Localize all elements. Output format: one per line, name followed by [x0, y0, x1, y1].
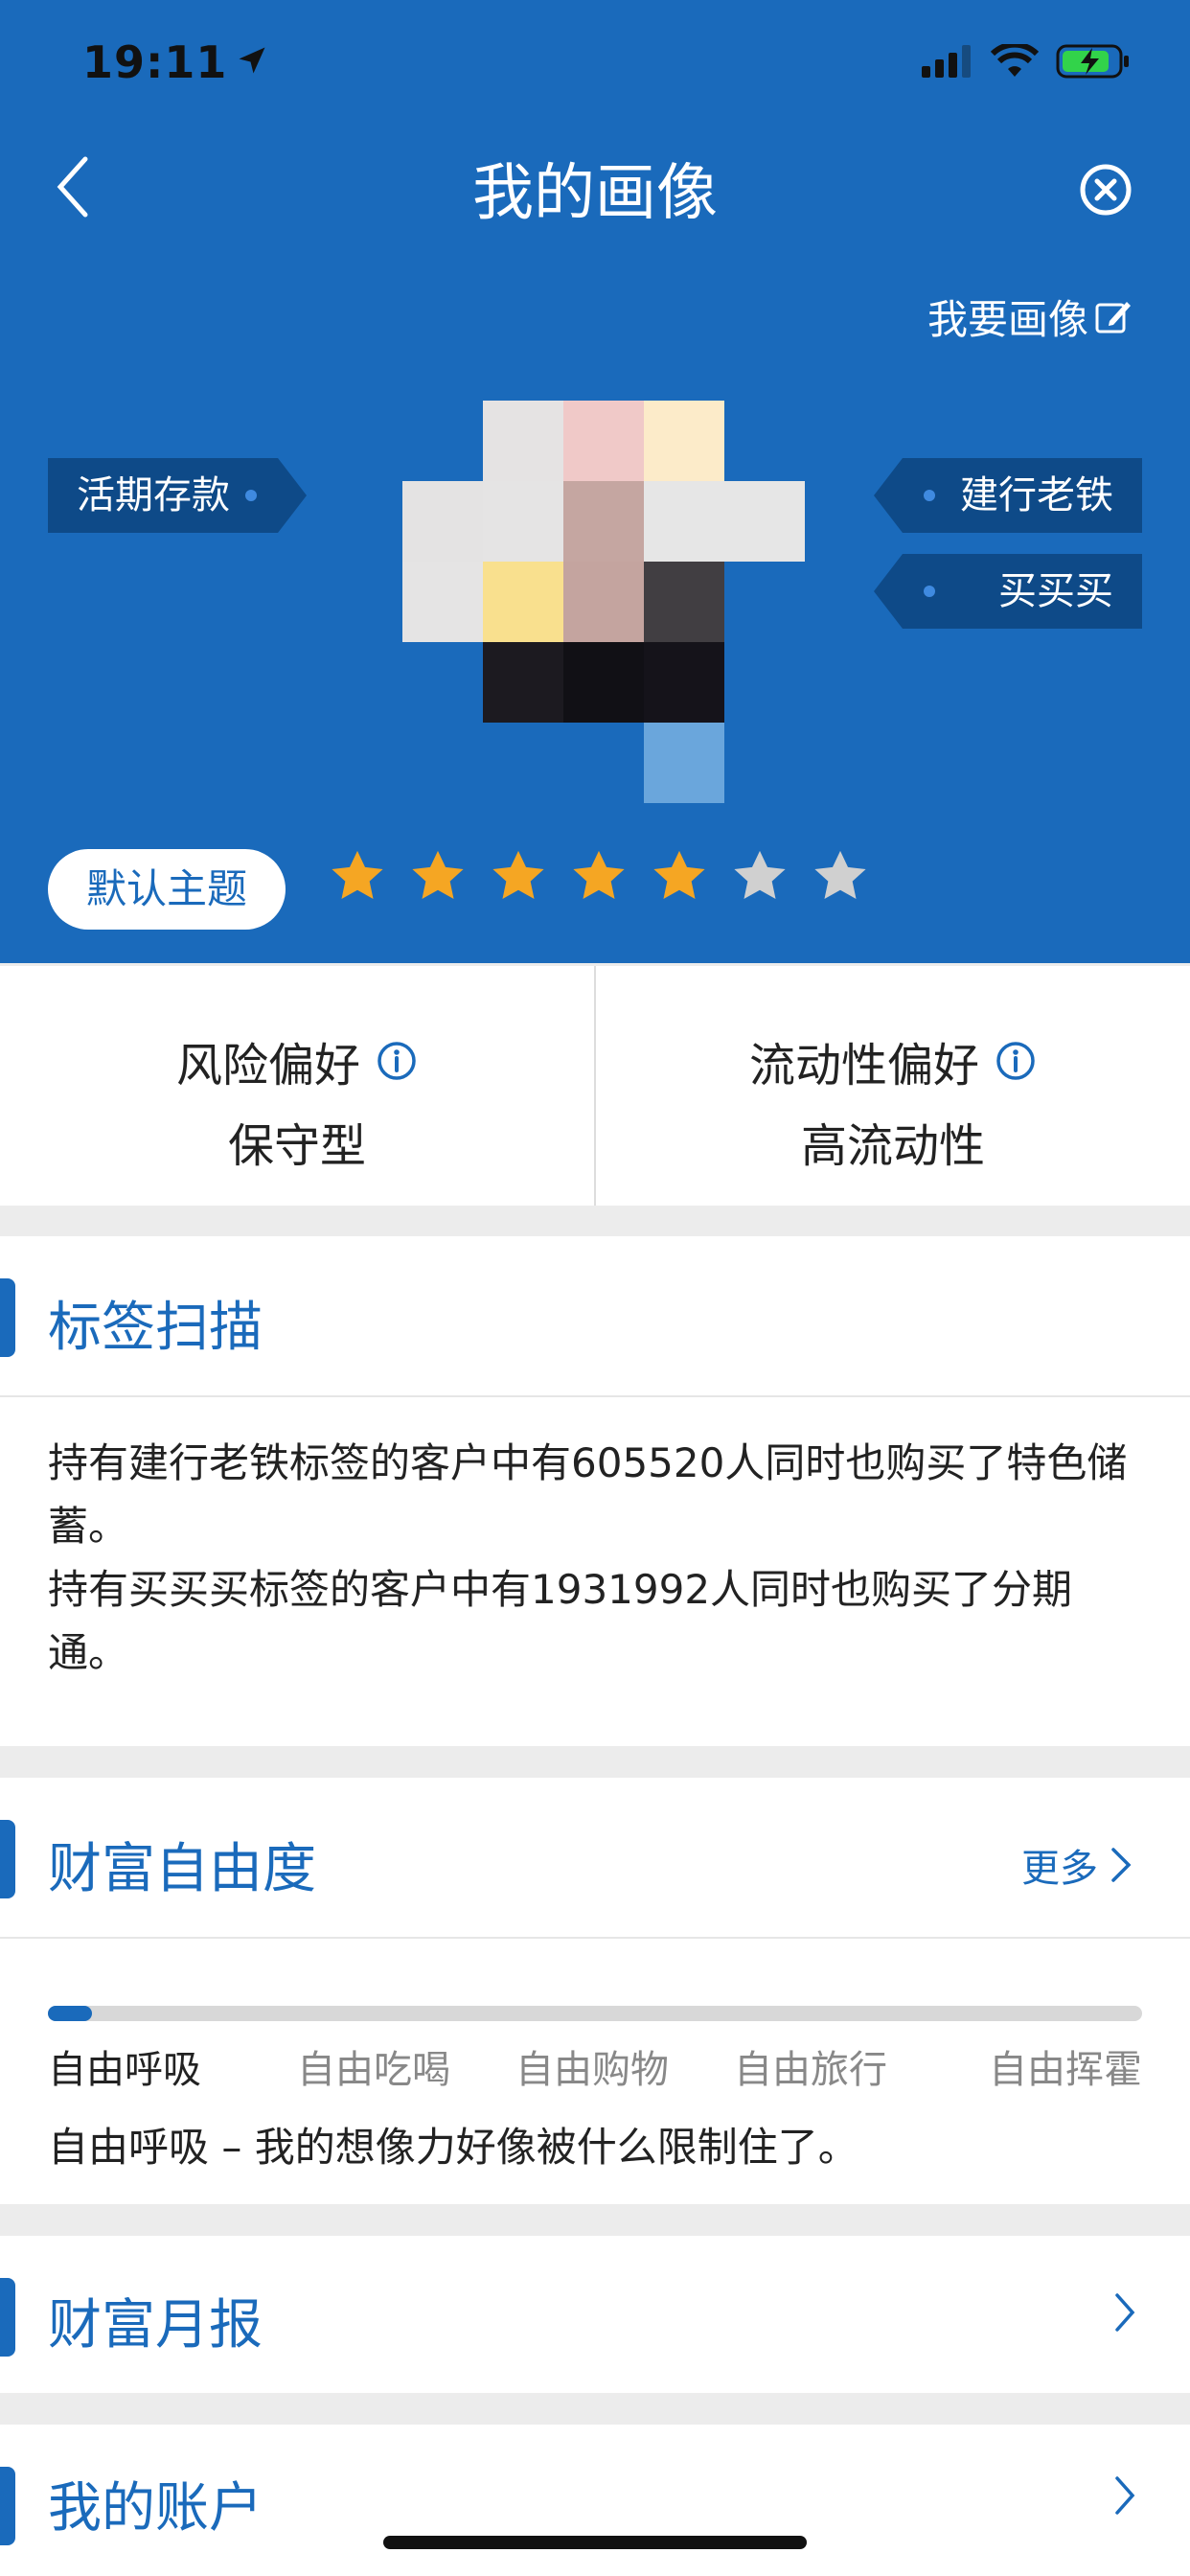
location-arrow-icon: [235, 36, 269, 88]
tag-scan-title: 标签扫描: [48, 1297, 263, 1359]
avatar-pixel: [644, 723, 724, 803]
liquidity-preference-label: 流动性偏好: [748, 1039, 979, 1092]
risk-preference-value: 保守型: [227, 1119, 366, 1173]
avatar-pixel: [563, 481, 644, 562]
avatar-pixel: [483, 401, 563, 481]
tag-label: 活期存款: [77, 473, 230, 518]
close-circle-icon: [1080, 164, 1132, 216]
monthly-report-card[interactable]: 财富月报: [0, 2236, 1190, 2393]
accent-bar: [0, 1820, 15, 1898]
tag-ccb-loyal[interactable]: 建行老铁: [874, 458, 1142, 533]
tag-scan-line: 持有建行老铁标签的客户中有605520人同时也购买了特色储蓄。: [48, 1439, 1128, 1550]
liquidity-preference: 流动性偏好 高流动性: [596, 966, 1190, 1206]
info-icon[interactable]: [376, 1040, 418, 1082]
close-button[interactable]: [1079, 163, 1133, 217]
star-filled-icon: [492, 850, 544, 899]
star-filled-icon: [653, 850, 705, 899]
avatar-pixel: [563, 562, 644, 642]
level-label: 自由购物: [515, 2048, 669, 2092]
level-label: 自由呼吸: [48, 2048, 201, 2092]
wealth-freedom-header: 财富自由度 更多: [0, 1778, 1190, 1939]
liquidity-preference-value: 高流动性: [800, 1119, 985, 1173]
my-account-card[interactable]: 我的账户: [0, 2425, 1190, 2576]
profile-hero: 19:11 我的画像 我要画像 活期存款 建行老铁 买买买 默认主题: [0, 0, 1190, 963]
status-time: 19:11: [82, 36, 269, 88]
level-label: 自由吃喝: [297, 2048, 450, 2092]
wifi-icon: [991, 44, 1039, 77]
wealth-freedom-card: 财富自由度 更多 自由呼吸 自由吃喝 自由购物 自由旅行 自由挥霍 自由呼吸 –…: [0, 1778, 1190, 2204]
monthly-report-title: 财富月报: [48, 2294, 263, 2357]
avatar-pixel: [402, 562, 483, 642]
avatar-pixel: [724, 481, 805, 562]
level-label: 自由挥霍: [989, 2048, 1142, 2092]
create-portrait-link[interactable]: 我要画像: [927, 288, 1133, 346]
tag-scan-body: 持有建行老铁标签的客户中有605520人同时也购买了特色储蓄。 持有买买买标签的…: [0, 1397, 1190, 1685]
wealth-freedom-title: 财富自由度: [48, 1838, 316, 1900]
home-indicator: [383, 2536, 807, 2549]
create-portrait-label: 我要画像: [927, 296, 1088, 343]
tag-dot: [245, 490, 257, 501]
accent-bar: [0, 2278, 15, 2357]
risk-preference-label: 风险偏好: [175, 1039, 360, 1092]
avatar-pixel: [483, 562, 563, 642]
theme-button[interactable]: 默认主题: [48, 849, 286, 930]
avatar-pixel: [644, 642, 724, 723]
tag-current-deposit[interactable]: 活期存款: [48, 458, 307, 533]
risk-preference: 风险偏好 保守型: [0, 966, 594, 1206]
tag-dot: [924, 490, 935, 501]
tag-label: 买买买: [998, 569, 1113, 613]
chevron-right-icon: [1115, 2293, 1135, 2332]
freedom-progress-bar: [48, 2006, 1142, 2021]
chevron-right-icon: [1115, 2476, 1135, 2515]
avatar-pixel: [644, 562, 724, 642]
tag-scan-card: 标签扫描 持有建行老铁标签的客户中有605520人同时也购买了特色储蓄。 持有买…: [0, 1236, 1190, 1746]
my-account-title: 我的账户: [48, 2477, 263, 2540]
star-empty-icon: [814, 850, 866, 899]
level-label: 自由旅行: [734, 2048, 887, 2092]
freedom-level-description: 自由呼吸 – 我的想像力好像被什么限制住了。: [48, 2124, 858, 2171]
avatar-pixel: [644, 481, 724, 562]
avatar-pixel: [483, 481, 563, 562]
preference-panel: 风险偏好 保守型 流动性偏好 高流动性: [0, 966, 1190, 1206]
pixel-avatar: [402, 401, 805, 803]
avatar-pixel: [402, 481, 483, 562]
freedom-progress-fill: [48, 2006, 92, 2021]
tag-scan-line: 持有买买买标签的客户中有1931992人同时也购买了分期通。: [48, 1566, 1073, 1676]
info-icon[interactable]: [995, 1040, 1037, 1082]
tag-shopping[interactable]: 买买买: [874, 554, 1142, 629]
avatar-pixel: [563, 401, 644, 481]
avatar-pixel: [563, 642, 644, 723]
status-icons: [922, 42, 1133, 80]
tag-scan-header: 标签扫描: [0, 1236, 1190, 1397]
tag-dot: [924, 586, 935, 597]
star-filled-icon: [573, 850, 625, 899]
star-filled-icon: [412, 850, 464, 899]
tag-label: 建行老铁: [960, 473, 1113, 518]
signal-icon: [922, 45, 971, 78]
more-link[interactable]: 更多: [1021, 1837, 1133, 1893]
avatar-pixel: [483, 642, 563, 723]
accent-bar: [0, 2467, 15, 2545]
wealth-freedom-body: 自由呼吸 自由吃喝 自由购物 自由旅行 自由挥霍 自由呼吸 – 我的想像力好像被…: [0, 1939, 1190, 2205]
page-title: 我的画像: [472, 158, 718, 229]
star-empty-icon: [734, 850, 786, 899]
avatar-pixel: [644, 401, 724, 481]
star-filled-icon: [332, 850, 383, 899]
edit-icon: [1095, 301, 1131, 333]
more-label: 更多: [1021, 1847, 1098, 1891]
battery-icon: [1056, 44, 1129, 79]
chevron-right-icon: [1111, 1848, 1132, 1882]
rating-stars: [328, 847, 870, 907]
accent-bar: [0, 1278, 15, 1357]
